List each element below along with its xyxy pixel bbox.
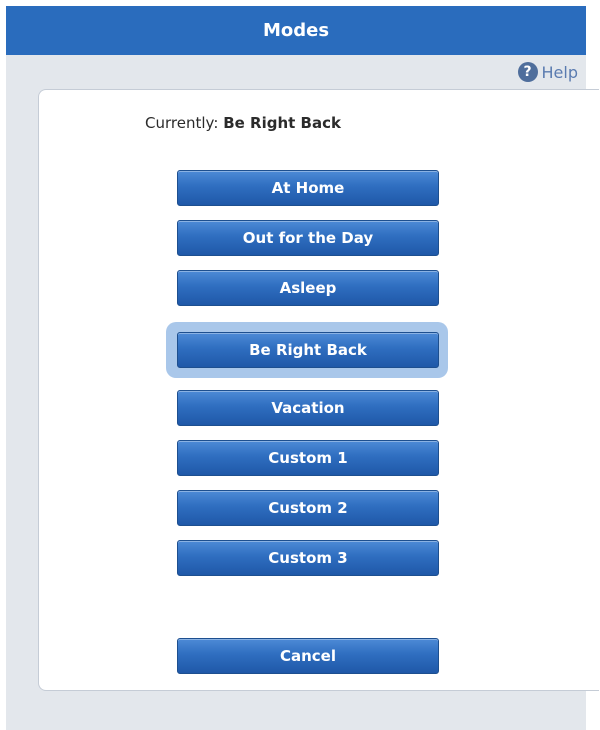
mode-button-out-for-the-day[interactable]: Out for the Day (177, 220, 439, 256)
dialog-title: Modes (262, 20, 330, 41)
help-label: Help (541, 62, 578, 82)
current-mode-label: Currently: (145, 114, 219, 132)
mode-button-custom-1[interactable]: Custom 1 (177, 440, 439, 476)
current-mode-status: Currently: Be Right Back (39, 114, 447, 132)
mode-button-custom-2[interactable]: Custom 2 (177, 490, 439, 526)
modes-panel: Currently: Be Right Back At Home Out for… (38, 89, 599, 691)
question-circle-icon: ? (517, 62, 538, 82)
title-bar: Modes (6, 6, 586, 55)
help-link[interactable]: ? Help (517, 62, 578, 82)
mode-button-asleep[interactable]: Asleep (177, 270, 439, 306)
cancel-button[interactable]: Cancel (177, 638, 439, 674)
mode-button-at-home[interactable]: At Home (177, 170, 439, 206)
mode-button-vacation[interactable]: Vacation (177, 390, 439, 426)
current-mode-value: Be Right Back (223, 114, 341, 132)
mode-button-be-right-back[interactable]: Be Right Back (177, 332, 439, 368)
mode-button-custom-3[interactable]: Custom 3 (177, 540, 439, 576)
modes-dialog: Modes ? Help Currently: Be Right Back At… (6, 6, 599, 730)
